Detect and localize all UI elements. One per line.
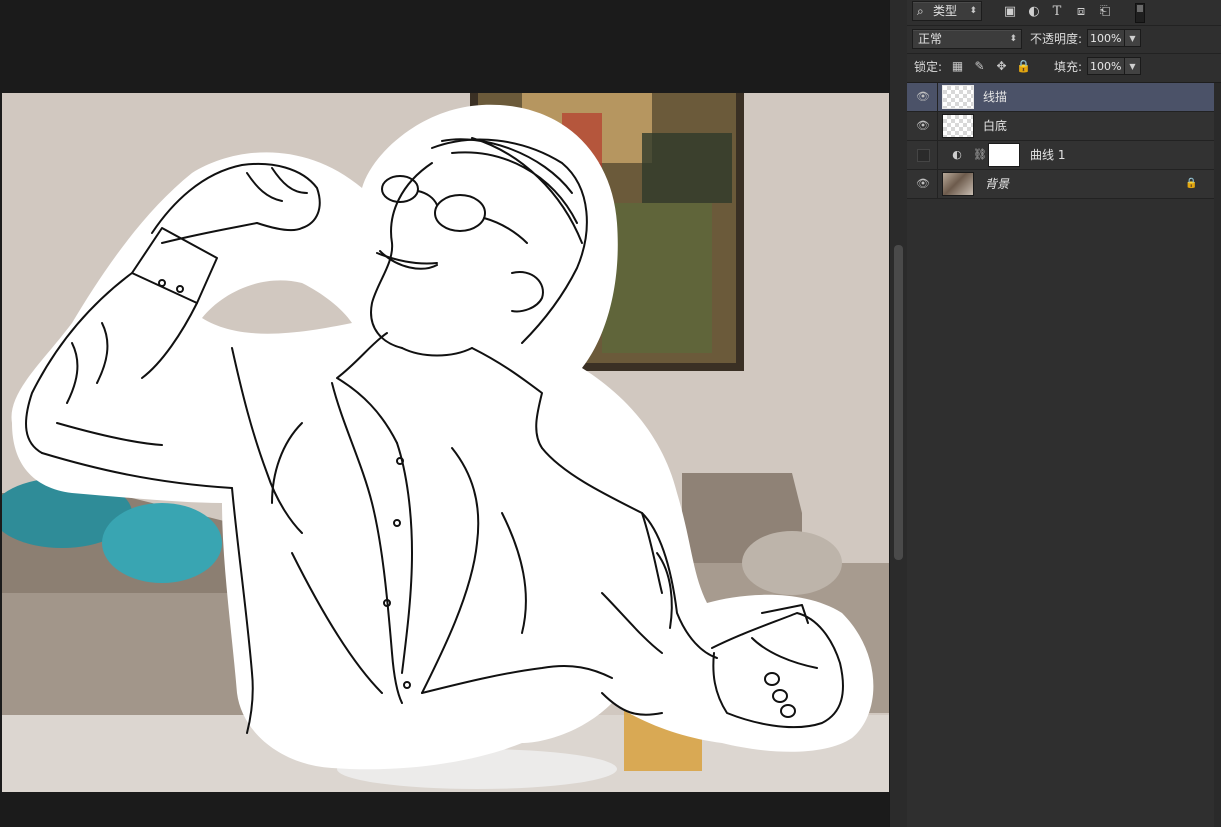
layers-panel: ⌕ 类型 ⬍ ▣ ◐ T ⧈ ⎗ 正常 ⬍ 不透明度: 100% ▼ 锁定: 填…	[907, 0, 1221, 827]
layer-row-white-base[interactable]: 👁 白底	[907, 112, 1214, 141]
blend-mode-select[interactable]: 正常 ⬍	[912, 29, 1022, 49]
lock-icon: 🔒	[1185, 178, 1198, 189]
document-canvas[interactable]	[2, 93, 889, 792]
layer-thumbnail	[942, 85, 974, 109]
layer-kind-label: 类型	[933, 4, 958, 18]
switch-knob	[1137, 5, 1143, 12]
smart-object-filter-icon[interactable]: ⎗	[1097, 4, 1113, 20]
workspace-scrollbar[interactable]	[889, 0, 908, 827]
fill-dropdown-button[interactable]: ▼	[1124, 57, 1141, 75]
adjustment-filter-icon[interactable]: ◐	[1026, 4, 1042, 20]
updown-arrow-icon: ⬍	[1009, 34, 1017, 44]
layer-row-line-art[interactable]: 👁 线描	[907, 83, 1214, 112]
text-filter-icon[interactable]: T	[1049, 4, 1065, 20]
eye-icon[interactable]: 👁	[915, 89, 931, 105]
blend-mode-value: 正常	[918, 32, 943, 46]
lock-move-icon[interactable]: ✥	[994, 59, 1009, 74]
lock-paint-icon[interactable]: ✎	[972, 59, 987, 74]
opacity-label: 不透明度:	[1030, 32, 1083, 46]
canvas-artwork	[2, 93, 889, 792]
layer-row-background[interactable]: 👁 背景 🔒	[907, 170, 1214, 199]
chain-link-icon[interactable]: ⛓	[973, 147, 987, 163]
layer-kind-select[interactable]: ⌕ 类型 ⬍	[912, 1, 982, 21]
lock-label: 锁定:	[914, 60, 943, 74]
eye-icon[interactable]: 👁	[915, 118, 931, 134]
lock-all-icon[interactable]: 🔒	[1016, 59, 1031, 74]
layer-row-curves[interactable]: ◐ ⛓ 曲线 1	[907, 141, 1214, 170]
layer-name[interactable]: 线描	[983, 90, 1007, 104]
lock-transparent-icon[interactable]: ▦	[950, 59, 965, 74]
layer-thumbnail	[942, 172, 974, 196]
image-filter-icon[interactable]: ▣	[1002, 4, 1018, 20]
fill-label: 填充:	[1054, 60, 1083, 74]
layer-mask-thumbnail[interactable]	[988, 143, 1020, 167]
adjustment-layer-icon: ◐	[952, 148, 962, 161]
layer-filter-row: ⌕ 类型 ⬍ ▣ ◐ T ⧈ ⎗	[907, 0, 1221, 26]
opacity-dropdown-button[interactable]: ▼	[1124, 29, 1141, 47]
layer-name[interactable]: 曲线 1	[1030, 148, 1065, 162]
shape-filter-icon[interactable]: ⧈	[1073, 4, 1089, 20]
filter-toggle-switch[interactable]	[1135, 3, 1145, 23]
updown-arrow-icon: ⬍	[969, 6, 977, 16]
search-icon: ⌕	[917, 4, 924, 18]
eye-icon[interactable]: 👁	[915, 176, 931, 192]
layer-name[interactable]: 背景	[985, 177, 1009, 191]
layer-thumbnail	[942, 114, 974, 138]
scrollbar-thumb[interactable]	[894, 245, 903, 560]
document-workspace	[0, 0, 889, 827]
layer-name[interactable]: 白底	[983, 119, 1007, 133]
blend-row: 正常 ⬍ 不透明度: 100% ▼	[907, 26, 1221, 54]
visibility-off-box[interactable]	[917, 149, 930, 162]
layers-panel-scrollbar[interactable]	[1214, 83, 1221, 827]
